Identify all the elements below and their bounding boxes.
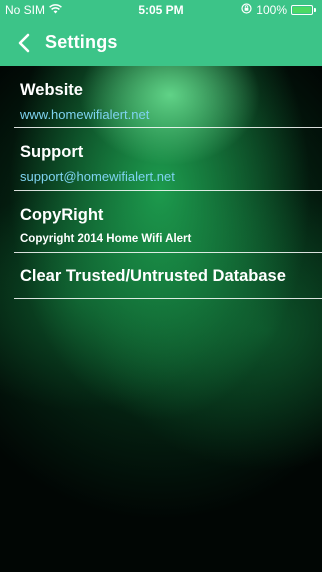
divider: [14, 298, 322, 299]
battery-icon: [291, 5, 313, 15]
copyright-row: CopyRight Copyright 2014 Home Wifi Alert: [0, 191, 322, 253]
settings-list: Website www.homewifialert.net Support su…: [0, 66, 322, 299]
battery-tip: [314, 8, 316, 12]
support-row[interactable]: Support support@homewifialert.net: [0, 128, 322, 191]
status-bar: No SIM 5:05 PM 100%: [0, 0, 322, 20]
settings-screen: No SIM 5:05 PM 100% Settings Website www…: [0, 0, 322, 572]
battery-level: [293, 7, 311, 13]
copyright-text: Copyright 2014 Home Wifi Alert: [20, 233, 192, 245]
clear-database-row[interactable]: Clear Trusted/Untrusted Database: [0, 253, 322, 299]
page-title: Settings: [45, 32, 118, 52]
rotation-lock-icon: [241, 3, 252, 17]
website-title: Website: [20, 81, 83, 99]
back-button[interactable]: [10, 28, 38, 58]
support-email-link[interactable]: support@homewifialert.net: [20, 169, 175, 184]
website-link[interactable]: www.homewifialert.net: [20, 107, 149, 122]
chevron-left-icon: [18, 33, 30, 53]
website-row[interactable]: Website www.homewifialert.net: [0, 66, 322, 128]
status-right: 100%: [241, 3, 316, 17]
clear-database-button[interactable]: Clear Trusted/Untrusted Database: [20, 267, 286, 286]
battery-percent: 100%: [256, 3, 287, 17]
navigation-bar: Settings: [0, 20, 322, 66]
support-title: Support: [20, 143, 84, 161]
copyright-title: CopyRight: [20, 206, 104, 224]
